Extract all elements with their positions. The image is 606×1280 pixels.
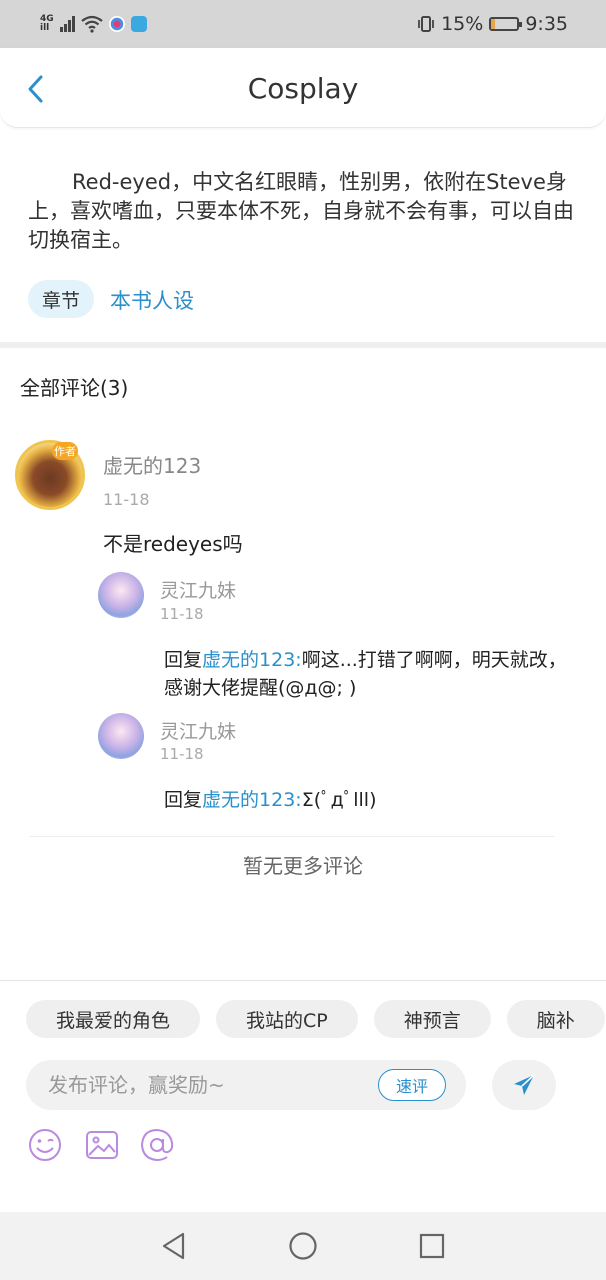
comment-text[interactable]: 不是redeyes吗 (103, 528, 243, 557)
top-header: Cosplay (0, 48, 606, 128)
app-notification-icon (108, 16, 125, 32)
reply-text[interactable]: 回复虚无的123:啊这...打错了啊啊，明天就改，感谢大佬提醒(@д@; ) (164, 646, 574, 702)
status-bar: 4G ill 15% 9:35 (0, 0, 606, 48)
reply-text[interactable]: 回复虚无的123:Σ(ﾟдﾟlll) (164, 786, 574, 814)
send-icon (514, 1074, 535, 1095)
battery-icon (489, 17, 523, 31)
back-triangle-icon (163, 1232, 185, 1260)
clock: 9:35 (525, 13, 568, 35)
send-button[interactable] (492, 1060, 556, 1110)
nav-home-button[interactable] (283, 1226, 323, 1266)
avatar[interactable] (98, 572, 144, 618)
character-description: Red-eyed，中文名红眼睛，性别男，依附在Steve身上，喜欢嗜血，只要本体… (28, 170, 574, 252)
comment-time: 11-18 (103, 490, 150, 509)
reply-mention[interactable]: 虚无的123: (202, 789, 302, 811)
reply-author[interactable]: 灵江九妹 (160, 576, 236, 603)
reply-prefix: 回复 (164, 649, 203, 671)
battery-percent: 15% (441, 13, 484, 35)
image-button[interactable] (83, 1126, 121, 1164)
wifi-icon (80, 15, 103, 33)
quick-tags: 我最爱的角色 我站的CP 神预言 脑补 (26, 1000, 606, 1038)
system-nav-bar (0, 1212, 606, 1280)
vibrate-icon (418, 16, 434, 32)
nav-recents-button[interactable] (412, 1226, 452, 1266)
author-badge: 作者 (52, 442, 78, 460)
avatar[interactable] (98, 713, 144, 759)
status-right: 15% 9:35 (417, 13, 568, 35)
reply-prefix: 回复 (164, 789, 203, 811)
quick-tag[interactable]: 我最爱的角色 (26, 1000, 201, 1038)
mention-icon (140, 1128, 174, 1162)
quick-review-button[interactable]: 速评 (378, 1069, 446, 1101)
emoji-icon (29, 1129, 61, 1161)
comments-title: 全部评论(3) (20, 376, 129, 400)
mention-button[interactable] (138, 1126, 176, 1164)
recents-square-icon (419, 1233, 444, 1259)
reply-content: Σ(ﾟдﾟlll) (301, 789, 377, 811)
nav-back-button[interactable] (154, 1226, 194, 1266)
status-left: 4G ill (40, 15, 147, 33)
page-title: Cosplay (247, 72, 359, 105)
battery-fill (491, 19, 496, 29)
home-circle-icon (289, 1232, 317, 1260)
book-setting-link[interactable]: 本书人设 (110, 285, 194, 315)
quick-tag[interactable]: 神预言 (373, 1000, 491, 1038)
network-activity-label: ill (40, 23, 50, 33)
reply-author[interactable]: 灵江九妹 (160, 717, 236, 744)
quick-tag[interactable]: 脑补 (506, 1000, 605, 1038)
signal-icon (59, 16, 75, 32)
chapter-chip[interactable]: 章节 (28, 280, 95, 318)
network-type: 4G ill (40, 15, 54, 33)
comment-input[interactable] (48, 1073, 368, 1097)
image-icon (86, 1131, 118, 1159)
comment-author[interactable]: 虚无的123 (103, 450, 201, 479)
divider (30, 836, 554, 837)
no-more-comments: 暂无更多评论 (243, 854, 363, 878)
reply-time: 11-18 (160, 745, 204, 763)
app-notification-icon-2 (130, 16, 147, 32)
quick-tag[interactable]: 我站的CP (216, 1000, 358, 1038)
reply-time: 11-18 (160, 605, 204, 623)
emoji-button[interactable] (26, 1126, 64, 1164)
section-divider (0, 342, 606, 348)
reply-mention[interactable]: 虚无的123: (202, 649, 302, 671)
